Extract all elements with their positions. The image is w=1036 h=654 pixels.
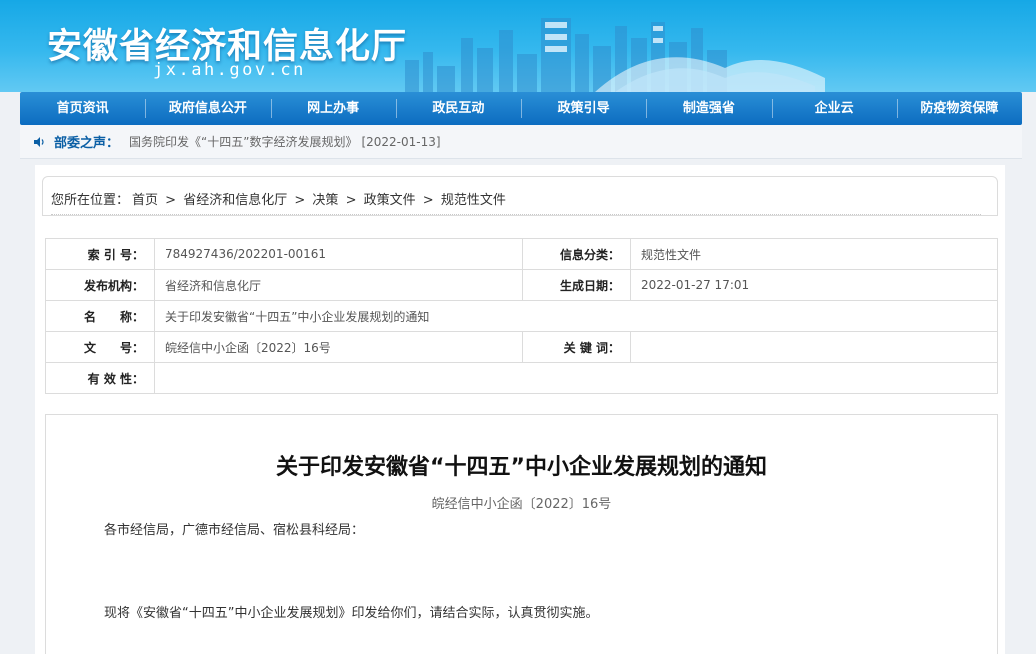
keyword-label: 关 键 词： — [522, 331, 631, 363]
nav-item-gov-info[interactable]: 政府信息公开 — [145, 92, 270, 125]
nav-item-online-services[interactable]: 网上办事 — [270, 92, 396, 125]
breadcrumb-item-policy-docs[interactable]: 政策文件 — [364, 193, 416, 208]
site-header: 安徽省经济和信息化厅 jx.ah.gov.cn — [0, 0, 1036, 92]
table-row: 发布机构： 省经济和信息化厅 生成日期： 2022-01-27 17:01 — [45, 269, 998, 301]
nav-item-epidemic-supplies[interactable]: 防疫物资保障 — [896, 92, 1022, 125]
speaker-icon — [34, 136, 44, 147]
category-value: 规范性文件 — [630, 238, 998, 270]
article-title: 关于印发安徽省“十四五”中小企业发展规划的通知 — [276, 455, 767, 480]
breadcrumb-separator: > — [422, 193, 434, 208]
breadcrumb-separator: > — [345, 193, 357, 208]
keyword-value — [630, 331, 998, 363]
breadcrumb-separator: > — [165, 193, 177, 208]
table-row: 名 称： 关于印发安徽省“十四五”中小企业发展规划的通知 — [45, 300, 998, 332]
breadcrumb: 您所在位置： 首页 > 省经济和信息化厅 > 决策 > 政策文件 > 规范性文件 — [42, 176, 998, 216]
breadcrumb-item-decision[interactable]: 决策 — [312, 193, 338, 208]
table-row: 有 效 性： — [45, 362, 998, 394]
docno-label: 文 号： — [45, 331, 155, 363]
publisher-label: 发布机构： — [45, 269, 155, 301]
nav-item-policy[interactable]: 政策引导 — [521, 92, 646, 125]
index-label: 索 引 号： — [45, 238, 155, 270]
name-label: 名 称： — [45, 300, 155, 332]
publisher-value: 省经济和信息化厅 — [154, 269, 523, 301]
notice-link[interactable]: 国务院印发《“十四五”数字经济发展规划》 — [129, 133, 357, 150]
nav-item-enterprise-cloud[interactable]: 企业云 — [771, 92, 897, 125]
document-info-table: 索 引 号： 784927436/202201-00161 信息分类： 规范性文… — [45, 238, 998, 394]
validity-label: 有 效 性： — [45, 362, 155, 394]
docno-value: 皖经信中小企函〔2022〕16号 — [154, 331, 523, 363]
article-salutation: 各市经信局，广德市经信局、宿松县科经局： — [104, 523, 365, 538]
category-label: 信息分类： — [522, 238, 631, 270]
table-row: 文 号： 皖经信中小企函〔2022〕16号 关 键 词： — [45, 331, 998, 363]
notice-label: 部委之声： — [54, 136, 120, 151]
main-nav: 首页资讯 政府信息公开 网上办事 政民互动 政策引导 制造强省 企业云 防疫物资… — [20, 92, 1022, 125]
index-value: 784927436/202201-00161 — [154, 238, 523, 270]
breadcrumb-prefix: 您所在位置： — [51, 193, 130, 208]
article-body: 关于印发安徽省“十四五”中小企业发展规划的通知 皖经信中小企函〔2022〕16号… — [45, 414, 998, 654]
notice-date: [2022-01-13] — [361, 134, 441, 149]
date-value: 2022-01-27 17:01 — [630, 269, 998, 301]
notice-bar: 部委之声： 国务院印发《“十四五”数字经济发展规划》 [2022-01-13] — [20, 125, 1022, 159]
name-value: 关于印发安徽省“十四五”中小企业发展规划的通知 — [154, 300, 998, 332]
site-domain: jx.ah.gov.cn — [153, 60, 306, 80]
date-label: 生成日期： — [522, 269, 631, 301]
nav-item-home-news[interactable]: 首页资讯 — [20, 92, 145, 125]
breadcrumb-item-home[interactable]: 首页 — [132, 193, 158, 208]
article-doc-number: 皖经信中小企函〔2022〕16号 — [431, 497, 612, 512]
breadcrumb-item-department[interactable]: 省经济和信息化厅 — [183, 193, 287, 208]
article-paragraph: 现将《安徽省“十四五”中小企业发展规划》印发给你们，请结合实际，认真贯彻实施。 — [104, 606, 599, 621]
breadcrumb-item-normative-docs[interactable]: 规范性文件 — [441, 193, 506, 208]
breadcrumb-separator: > — [294, 193, 306, 208]
validity-value — [154, 362, 998, 394]
table-row: 索 引 号： 784927436/202201-00161 信息分类： 规范性文… — [45, 238, 998, 270]
nav-item-interaction[interactable]: 政民互动 — [395, 92, 521, 125]
breadcrumb-divider — [51, 214, 981, 215]
city-skyline-banner — [405, 18, 825, 92]
nav-item-manufacturing[interactable]: 制造强省 — [646, 92, 771, 125]
